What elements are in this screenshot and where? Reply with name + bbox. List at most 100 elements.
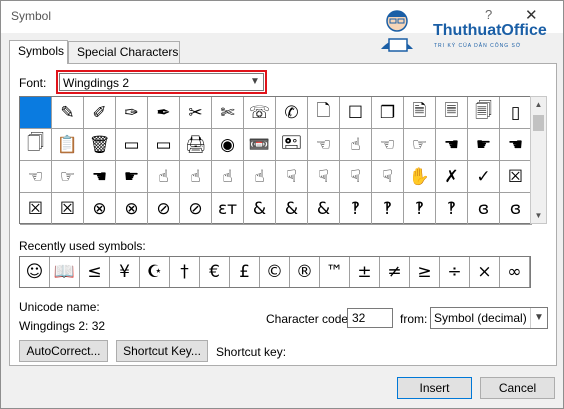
symbol-cell[interactable]: ɞ [500, 193, 532, 225]
symbol-cell[interactable]: ɛт [212, 193, 244, 225]
symbol-cell[interactable]: ✎ [52, 97, 84, 129]
symbol-cell[interactable]: ‽ [404, 193, 436, 225]
symbol-cell[interactable]: ⊘ [148, 193, 180, 225]
symbol-cell[interactable]: ✗ [436, 161, 468, 193]
recent-symbol-cell[interactable]: ± [350, 257, 380, 287]
scroll-up-icon[interactable]: ▲ [531, 97, 546, 112]
symbol-cell[interactable]: 🗍 [20, 129, 52, 161]
recent-symbol-cell[interactable]: ☺ [20, 257, 50, 287]
symbol-cell[interactable]: ☝ [244, 161, 276, 193]
recent-symbol-cell[interactable]: ≤ [80, 257, 110, 287]
from-select[interactable]: Symbol (decimal) ▼ [430, 307, 548, 329]
recent-symbol-cell[interactable]: ≥ [410, 257, 440, 287]
symbol-cell[interactable]: ☝ [212, 161, 244, 193]
symbol-cell[interactable]: ☝ [180, 161, 212, 193]
symbol-cell[interactable]: ☝ [340, 129, 372, 161]
symbol-cell[interactable]: ‽ [436, 193, 468, 225]
symbol-cell[interactable]: ☟ [308, 161, 340, 193]
symbol-cell[interactable]: ☟ [276, 161, 308, 193]
recent-symbol-cell[interactable]: ÷ [440, 257, 470, 287]
symbol-cell[interactable]: ☜ [308, 129, 340, 161]
scroll-thumb[interactable] [533, 115, 544, 131]
symbol-cell[interactable]: ☒ [52, 193, 84, 225]
symbol-cell[interactable]: 🖨 [180, 129, 212, 161]
symbol-cell[interactable]: ☜ [372, 129, 404, 161]
recent-symbol-cell[interactable]: € [200, 257, 230, 287]
symbol-cell[interactable]: ✋ [404, 161, 436, 193]
symbol-cell[interactable]: & [308, 193, 340, 225]
symbol-cell[interactable]: ☏ [244, 97, 276, 129]
recent-symbol-cell[interactable]: × [470, 257, 500, 287]
character-code-input[interactable]: 32 [347, 308, 393, 328]
recent-symbol-cell[interactable]: ≠ [380, 257, 410, 287]
recent-symbol-cell[interactable]: † [170, 257, 200, 287]
symbol-cell[interactable]: ☚ [500, 129, 532, 161]
chevron-down-icon[interactable]: ▼ [530, 308, 547, 328]
symbol-cell[interactable]: 🗎 [404, 97, 436, 129]
grid-scrollbar[interactable]: ▲ ▼ [530, 96, 547, 224]
symbol-cell[interactable]: & [244, 193, 276, 225]
scroll-down-icon[interactable]: ▼ [531, 208, 546, 223]
symbol-cell[interactable]: ☒ [500, 161, 532, 193]
cancel-button[interactable]: Cancel [480, 377, 555, 399]
symbol-cell[interactable]: ☟ [372, 161, 404, 193]
recent-symbol-cell[interactable]: 📖 [50, 257, 80, 287]
tab-special-characters[interactable]: Special Characters [68, 41, 180, 63]
symbol-cell[interactable]: ⊗ [84, 193, 116, 225]
symbol-cell[interactable]: ɞ [468, 193, 500, 225]
symbol-cell[interactable]: 🗐 [468, 97, 500, 129]
recent-symbol-cell[interactable]: ¥ [110, 257, 140, 287]
chevron-down-icon[interactable]: ▼ [246, 74, 263, 90]
recent-symbols-row: ☺ 📖 ≤ ¥ ☪ † € £ © ® ™ ± ≠ ≥ ÷ × ∞ [19, 256, 531, 288]
symbol-cell[interactable]: 🗑 [84, 129, 116, 161]
symbol-cell[interactable]: ✆ [276, 97, 308, 129]
symbol-cell[interactable]: 📋 [52, 129, 84, 161]
symbol-grid: ✎ ✐ ✑ ✒ ✂ ✄ ☏ ✆ 🗋 ☐ ❐ 🗎 🗏 🗐 ▯ 🗍 📋 🗑 ▭ ▭ 🖨 ◉ 📼 🖭 ☜ ☝ ☜ ☞ ☚ ☛ ☚ ☜ ☞ ☚ ☛ ☝ ☝ ☝ ☝ ☟… [19, 96, 532, 225]
symbol-cell[interactable]: ✑ [116, 97, 148, 129]
symbol-cell[interactable]: ▯ [500, 97, 532, 129]
shortcut-key-button[interactable]: Shortcut Key... [116, 340, 208, 362]
symbol-cell[interactable]: ‽ [340, 193, 372, 225]
symbol-cell[interactable]: ⊗ [116, 193, 148, 225]
recent-symbol-cell[interactable]: © [260, 257, 290, 287]
recent-symbol-cell[interactable]: ™ [320, 257, 350, 287]
autocorrect-button[interactable]: AutoCorrect... [19, 340, 108, 362]
symbol-cell[interactable]: ▭ [148, 129, 180, 161]
symbol-cell[interactable]: ‽ [372, 193, 404, 225]
from-label: from: [400, 312, 428, 326]
symbol-cell[interactable]: ☞ [404, 129, 436, 161]
symbol-cell[interactable]: ☚ [84, 161, 116, 193]
symbol-cell[interactable]: ◉ [212, 129, 244, 161]
symbol-cell[interactable]: ☛ [468, 129, 500, 161]
symbol-cell[interactable]: 🗏 [436, 97, 468, 129]
font-select[interactable]: Wingdings 2 ▼ [59, 73, 264, 91]
symbol-cell[interactable]: & [276, 193, 308, 225]
symbol-dialog: Symbol ? ✕ ThuthuatOffice TRI KÝ CỦA DÂN… [0, 0, 564, 409]
symbol-cell[interactable]: ✓ [468, 161, 500, 193]
symbol-cell[interactable]: ☒ [20, 193, 52, 225]
symbol-cell[interactable]: ✄ [212, 97, 244, 129]
recent-symbol-cell[interactable]: ∞ [500, 257, 530, 287]
symbol-cell[interactable]: ✂ [180, 97, 212, 129]
recent-symbol-cell[interactable]: ® [290, 257, 320, 287]
symbol-cell[interactable]: ☛ [116, 161, 148, 193]
tab-symbols[interactable]: Symbols [9, 40, 68, 64]
recent-symbol-cell[interactable]: £ [230, 257, 260, 287]
symbol-cell[interactable]: ❐ [372, 97, 404, 129]
symbol-cell[interactable]: ☞ [52, 161, 84, 193]
symbol-cell[interactable]: ☝ [148, 161, 180, 193]
symbol-cell[interactable]: ▭ [116, 129, 148, 161]
symbol-cell[interactable]: ⊘ [180, 193, 212, 225]
symbol-cell[interactable]: ✐ [84, 97, 116, 129]
symbol-cell[interactable]: ☐ [340, 97, 372, 129]
symbol-cell[interactable]: ☜ [20, 161, 52, 193]
symbol-cell[interactable]: ☚ [436, 129, 468, 161]
symbol-cell[interactable] [20, 97, 52, 129]
symbol-cell[interactable]: ☟ [340, 161, 372, 193]
symbol-cell[interactable]: ✒ [148, 97, 180, 129]
insert-button[interactable]: Insert [397, 377, 472, 399]
symbol-cell[interactable]: 🖭 [276, 129, 308, 161]
symbol-cell[interactable]: 🗋 [308, 97, 340, 129]
recent-symbol-cell[interactable]: ☪ [140, 257, 170, 287]
symbol-cell[interactable]: 📼 [244, 129, 276, 161]
